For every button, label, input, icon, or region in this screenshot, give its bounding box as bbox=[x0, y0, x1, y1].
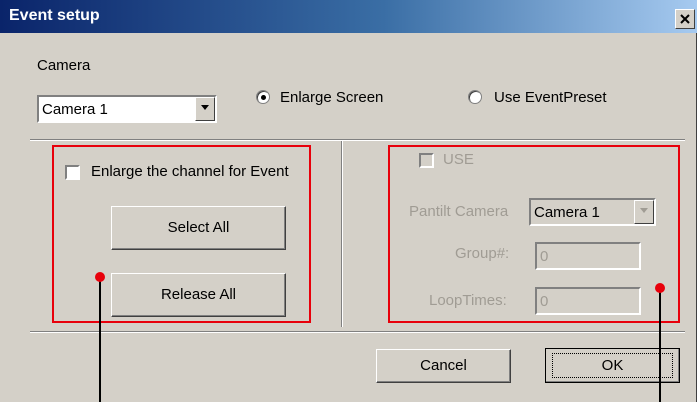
enlarge-screen-label[interactable]: Enlarge Screen bbox=[280, 89, 383, 106]
use-eventpreset-radio[interactable] bbox=[468, 90, 482, 104]
close-button[interactable] bbox=[675, 9, 695, 29]
bottom-divider bbox=[30, 331, 685, 333]
camera-select-value: Camera 1 bbox=[42, 101, 108, 118]
chevron-down-icon bbox=[201, 105, 209, 110]
annotation-pin-right bbox=[655, 283, 665, 293]
top-divider bbox=[30, 139, 685, 141]
annotation-line-right bbox=[659, 289, 661, 402]
use-eventpreset-label[interactable]: Use EventPreset bbox=[494, 89, 607, 106]
camera-select[interactable]: Camera 1 bbox=[37, 95, 217, 123]
cancel-label: Cancel bbox=[420, 357, 467, 374]
close-icon bbox=[680, 14, 690, 24]
annotation-pin-left bbox=[95, 272, 105, 282]
focus-rect bbox=[552, 353, 673, 378]
window-title: Event setup bbox=[9, 7, 100, 24]
cancel-button[interactable]: Cancel bbox=[376, 349, 511, 383]
camera-label: Camera bbox=[37, 57, 91, 74]
event-setup-dialog: Event setup Camera Camera 1 Enlarge Scre… bbox=[0, 0, 697, 402]
title-bar[interactable]: Event setup bbox=[0, 0, 697, 33]
camera-select-arrow[interactable] bbox=[195, 97, 215, 121]
enlarge-screen-radio[interactable] bbox=[256, 90, 270, 104]
vertical-divider bbox=[341, 141, 343, 327]
annotation-box-left bbox=[52, 145, 311, 323]
annotation-line-left bbox=[99, 279, 101, 402]
annotation-box-right bbox=[388, 145, 680, 323]
radio-selected-dot bbox=[261, 95, 266, 100]
